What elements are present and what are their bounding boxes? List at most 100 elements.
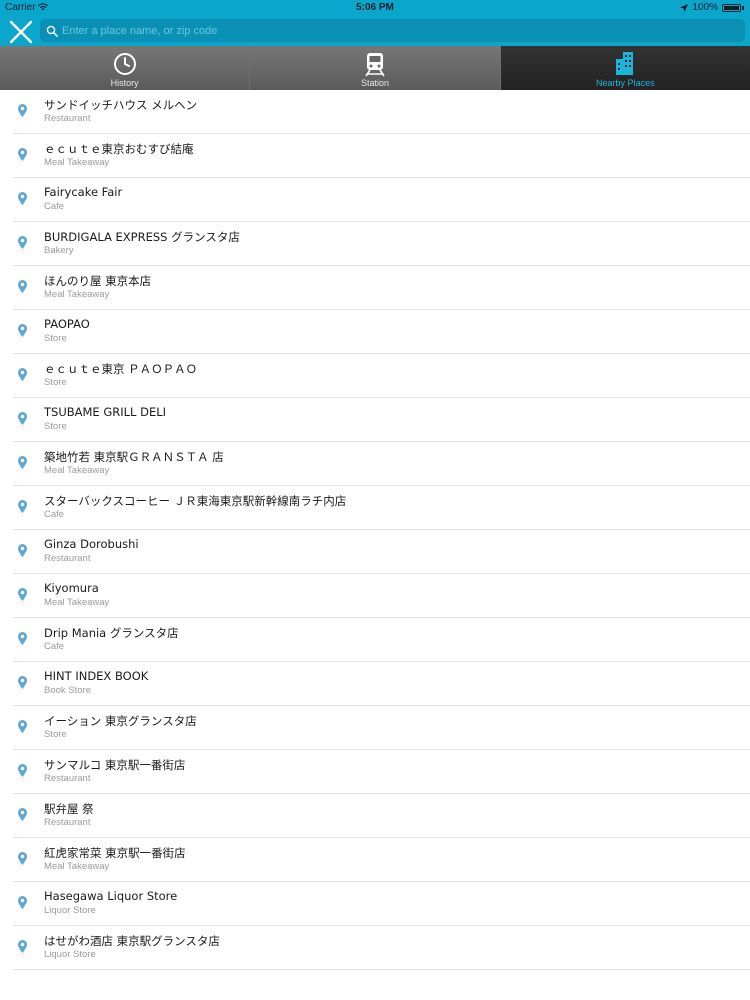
- status-bar: Carrier 5:06 PM 100%: [0, 0, 750, 15]
- place-name: Kiyomura: [44, 581, 99, 595]
- list-item[interactable]: ｅｃｕｔｅ東京 ＰＡＯＰＡＯ Store: [13, 354, 750, 398]
- place-category: Cafe: [44, 509, 65, 520]
- place-name: サンマルコ 東京駅一番街店: [44, 758, 186, 772]
- clock-time: 5:06 PM: [356, 2, 394, 13]
- place-name: BURDIGALA EXPRESS グランスタ店: [44, 230, 240, 244]
- list-item[interactable]: Fairycake Fair Cafe: [13, 178, 750, 222]
- location-arrow-icon: [680, 3, 689, 12]
- place-name: はせがわ酒店 東京駅グランスタ店: [44, 934, 220, 948]
- list-item[interactable]: 築地竹若 東京駅ＧＲＡＮＳＴＡ 店 Meal Takeaway: [13, 442, 750, 486]
- place-category: Store: [44, 729, 67, 740]
- place-category: Restaurant: [44, 113, 91, 124]
- list-item[interactable]: HINT INDEX BOOK Book Store: [13, 662, 750, 706]
- place-category: Meal Takeaway: [44, 861, 110, 872]
- location-pin-icon: [18, 808, 27, 821]
- place-name: ほんのり屋 東京本店: [44, 274, 152, 288]
- battery-percent: 100%: [692, 2, 718, 13]
- place-name: 築地竹若 東京駅ＧＲＡＮＳＴＡ 店: [44, 450, 224, 464]
- list-item[interactable]: Drip Mania グランスタ店 Cafe: [13, 618, 750, 662]
- location-pin-icon: [18, 940, 27, 953]
- search-field[interactable]: [40, 19, 745, 42]
- place-name: ｅｃｕｔｅ東京 ＰＡＯＰＡＯ: [44, 362, 198, 376]
- place-category: Bakery: [44, 245, 74, 256]
- place-category: Liquor Store: [44, 905, 96, 916]
- place-category: Store: [44, 377, 67, 388]
- tab-history-label: History: [110, 78, 139, 88]
- location-pin-icon: [18, 368, 27, 381]
- search-icon: [46, 25, 58, 37]
- list-item[interactable]: サンマルコ 東京駅一番街店 Restaurant: [13, 750, 750, 794]
- place-name: Fairycake Fair: [44, 185, 123, 199]
- location-pin-icon: [18, 852, 27, 865]
- place-name: PAOPAO: [44, 317, 90, 331]
- place-name: イーション 東京グランスタ店: [44, 714, 197, 728]
- close-icon[interactable]: [8, 19, 34, 45]
- tab-station-label: Station: [360, 78, 389, 88]
- tab-nearby-places-label: Nearby Places: [596, 78, 655, 88]
- location-pin-icon: [18, 676, 27, 689]
- place-name: サンドイッチハウス メルヘン: [44, 98, 198, 112]
- battery-icon: [722, 3, 741, 12]
- location-pin-icon: [18, 588, 27, 601]
- list-item[interactable]: はせがわ酒店 東京駅グランスタ店 Liquor Store: [13, 926, 750, 970]
- location-pin-icon: [18, 764, 27, 777]
- list-item[interactable]: スターバックスコーヒー ＪＲ東海東京駅新幹線南ラチ内店 Cafe: [13, 486, 750, 530]
- location-pin-icon: [18, 324, 27, 337]
- place-category: Meal Takeaway: [44, 465, 110, 476]
- location-pin-icon: [18, 412, 27, 425]
- place-category: Store: [44, 421, 67, 432]
- place-category: Meal Takeaway: [44, 157, 110, 168]
- place-category: Meal Takeaway: [44, 289, 110, 300]
- list-item[interactable]: BURDIGALA EXPRESS グランスタ店 Bakery: [13, 222, 750, 266]
- list-item[interactable]: PAOPAO Store: [13, 310, 750, 354]
- location-pin-icon: [18, 104, 27, 117]
- location-pin-icon: [18, 456, 27, 469]
- location-pin-icon: [18, 896, 27, 909]
- place-name: 紅虎家常菜 東京駅一番街店: [44, 846, 186, 860]
- place-name: Drip Mania グランスタ店: [44, 626, 179, 640]
- list-item[interactable]: Ginza Dorobushi Restaurant: [13, 530, 750, 574]
- place-category: Liquor Store: [44, 949, 96, 960]
- buildings-icon: [616, 52, 634, 75]
- place-category: Meal Takeaway: [44, 597, 110, 608]
- place-name: 駅弁屋 祭: [44, 802, 94, 816]
- location-pin-icon: [18, 280, 27, 293]
- place-name: TSUBAME GRILL DELI: [44, 405, 167, 419]
- list-item[interactable]: Hasegawa Liquor Store Liquor Store: [13, 882, 750, 926]
- place-name: Ginza Dorobushi: [44, 537, 139, 551]
- location-pin-icon: [18, 236, 27, 249]
- place-category: Restaurant: [44, 773, 91, 784]
- list-item[interactable]: 紅虎家常菜 東京駅一番街店 Meal Takeaway: [13, 838, 750, 882]
- place-category: Restaurant: [44, 817, 91, 828]
- tab-nearby-places[interactable]: Nearby Places: [500, 46, 750, 90]
- status-right: 100%: [680, 0, 744, 15]
- place-category: Book Store: [44, 685, 91, 696]
- place-category: Cafe: [44, 201, 65, 212]
- location-pin-icon: [18, 720, 27, 733]
- list-item[interactable]: Kiyomura Meal Takeaway: [13, 574, 750, 618]
- search-input[interactable]: [58, 20, 745, 41]
- tab-bar: History Station Nearby Places: [0, 46, 750, 90]
- train-icon: [365, 53, 385, 77]
- place-name: スターバックスコーヒー ＪＲ東海東京駅新幹線南ラチ内店: [44, 494, 347, 508]
- nearby-places-list: サンドイッチハウス メルヘン Restaurant ｅｃｕｔｅ東京おむすび結庵 …: [0, 90, 750, 970]
- location-pin-icon: [18, 544, 27, 557]
- clock-icon: [113, 53, 136, 75]
- tab-station[interactable]: Station: [250, 46, 501, 90]
- place-category: Cafe: [44, 641, 65, 652]
- list-item[interactable]: サンドイッチハウス メルヘン Restaurant: [13, 90, 750, 134]
- list-item[interactable]: ｅｃｕｔｅ東京おむすび結庵 Meal Takeaway: [13, 134, 750, 178]
- location-pin-icon: [18, 500, 27, 513]
- list-item[interactable]: イーション 東京グランスタ店 Store: [13, 706, 750, 750]
- place-category: Restaurant: [44, 553, 91, 564]
- list-item[interactable]: 駅弁屋 祭 Restaurant: [13, 794, 750, 838]
- place-name: HINT INDEX BOOK: [44, 669, 149, 683]
- place-name: ｅｃｕｔｅ東京おむすび結庵: [44, 142, 194, 156]
- list-item[interactable]: ほんのり屋 東京本店 Meal Takeaway: [13, 266, 750, 310]
- search-bar: [0, 15, 750, 46]
- location-pin-icon: [18, 632, 27, 645]
- location-pin-icon: [18, 192, 27, 205]
- list-item[interactable]: TSUBAME GRILL DELI Store: [13, 398, 750, 442]
- battery-tip: [742, 5, 744, 10]
- tab-history[interactable]: History: [0, 46, 251, 90]
